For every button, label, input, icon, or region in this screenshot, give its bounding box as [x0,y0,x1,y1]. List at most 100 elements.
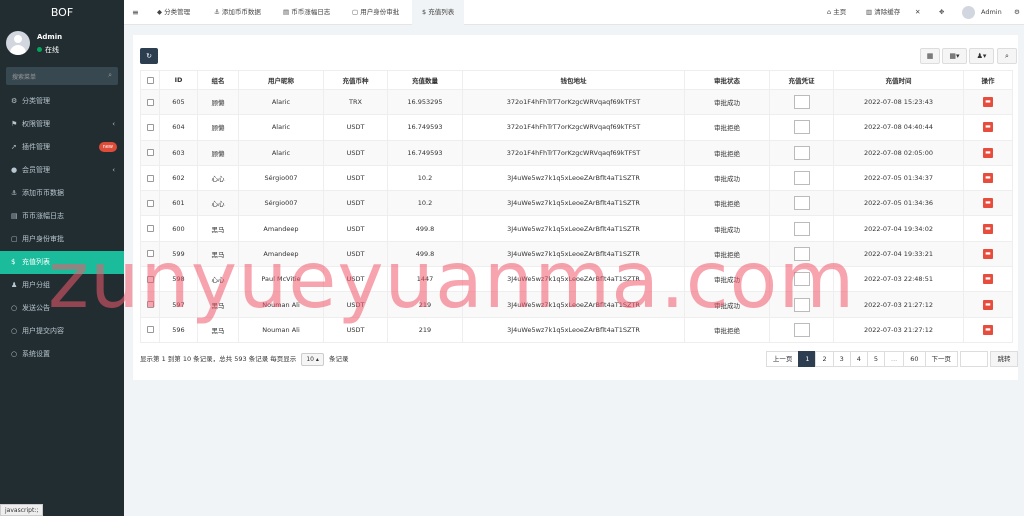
delete-button[interactable]: ▬ [983,248,993,259]
page-button[interactable]: 3 [832,351,851,367]
sidebar-item[interactable]: ♟ 用户分组 [0,274,124,297]
col-header-wallet[interactable]: 钱包地址 [462,70,685,90]
table-row[interactable]: 596 黑马 Nouman Ali USDT 219 3J4uWe5wz7k1q5xLeo… [140,316,1013,343]
menu-toggle-icon[interactable]: ≡ [132,0,139,25]
delete-button[interactable]: ▬ [983,274,993,285]
sidebar-item[interactable]: ● 会员管理 ‹ [0,159,124,182]
col-header-time[interactable]: 充值时间 [833,70,964,90]
delete-button[interactable]: ▬ [983,147,993,158]
prev-page-button[interactable]: 上一页 [765,351,800,367]
tab-category[interactable]: ◆ 分类管理 [157,0,190,25]
delete-button[interactable]: ▬ [983,324,993,335]
next-page-button[interactable]: 下一页 [924,351,958,367]
table-row[interactable]: 597 黑马 Nouman Ali USDT 219 3J4uWe5wz7k1q5xLeo… [140,291,1013,318]
voucher-image[interactable] [793,297,810,312]
table-row[interactable]: 598 心心 Paul McVitie USDT 1447 3J4uWe5wz7k1q5x… [140,266,1013,293]
voucher-image[interactable] [793,120,810,135]
page-button[interactable]: 2 [815,351,834,367]
delete-button[interactable]: ▬ [983,173,993,184]
col-header-amount[interactable]: 充值数量 [387,70,463,90]
clear-cache-link[interactable]: ▥ 清除缓存 [866,0,900,25]
sidebar-item[interactable]: ▤ 币币涨幅日志 [0,205,124,228]
voucher-image[interactable] [793,272,810,287]
page-size-dropdown[interactable]: 10 ▴ [301,353,324,366]
page-ellipsis[interactable]: ... [884,351,905,367]
col-header-group[interactable]: 组名 [197,70,239,90]
refresh-button[interactable]: ↻ [140,48,158,64]
sidebar-item[interactable]: ○ 用户提交内容 [0,320,124,343]
tab-recharge-list[interactable]: $ 充值列表 [412,0,465,25]
row-checkbox[interactable] [146,301,154,309]
home-link[interactable]: ⌂ 主页 [827,0,846,25]
sidebar-item[interactable]: ○ 发送公告 [0,297,124,320]
row-checkbox-cell[interactable] [140,266,160,293]
row-checkbox[interactable] [146,225,154,233]
gear-icon[interactable]: ⚙ [1014,0,1020,25]
search-icon[interactable]: ⌕ [108,71,112,80]
voucher-image[interactable] [793,145,810,160]
voucher-image[interactable] [793,221,810,236]
voucher-image[interactable] [793,322,810,337]
row-checkbox[interactable] [146,174,154,182]
table-row[interactable]: 605 顾懒 Alaric TRX 16.953295 372o1F4hFhTrT7orK… [140,88,1013,116]
row-checkbox[interactable] [146,326,154,334]
page-button[interactable]: 1 [798,351,817,367]
row-checkbox-cell[interactable] [140,291,160,318]
row-checkbox[interactable] [146,275,154,283]
table-row[interactable]: 599 黑马 Amandeep USDT 499.8 3J4uWe5wz7k1q5xLeo… [140,240,1013,268]
tab-coin-log[interactable]: ▤ 币币涨幅日志 [283,0,330,25]
table-row[interactable]: 600 黑马 Amandeep USDT 499.8 3J4uWe5wz7k1q5xLeo… [140,215,1013,242]
row-checkbox[interactable] [146,123,154,131]
row-checkbox-cell[interactable] [140,139,160,166]
row-checkbox-cell[interactable] [140,316,160,343]
voucher-image[interactable] [793,95,810,110]
row-checkbox-cell[interactable] [140,190,160,217]
row-checkbox-cell[interactable] [140,240,160,268]
voucher-image[interactable] [793,246,810,261]
delete-button[interactable]: ▬ [983,299,993,310]
page-button[interactable]: 5 [866,351,886,367]
page-jump-input[interactable] [960,351,988,367]
fullscreen-icon[interactable]: ✥ [939,0,944,25]
table-row[interactable]: 603 顾懒 Alaric USDT 16.749593 372o1F4hFhTrT7or… [140,139,1013,166]
admin-menu[interactable]: Admin [981,0,1002,25]
row-checkbox[interactable] [146,98,154,106]
row-checkbox-cell[interactable] [140,215,160,242]
sidebar-item[interactable]: ▢ 用户身份审批 [0,228,124,251]
sidebar-item[interactable]: ⚓ 添加币币数据 [0,182,124,205]
table-row[interactable]: 601 心心 Sérgio007 USDT 10.2 3J4uWe5wz7k1q5xLeo… [140,190,1013,217]
delete-button[interactable]: ▬ [983,97,993,108]
sidebar-item[interactable]: ○ 系统设置 [0,343,124,366]
app-logo[interactable]: BOF [0,0,124,25]
row-checkbox-cell[interactable] [140,88,160,116]
row-checkbox-cell[interactable] [140,164,160,192]
tab-add-coin[interactable]: ⚓ 添加币币数据 [214,0,261,25]
select-all-checkbox-cell[interactable] [140,70,160,90]
row-checkbox-cell[interactable] [140,114,160,141]
sidebar-item[interactable]: $ 充值列表 [0,251,124,274]
col-header-status[interactable]: 审批状态 [684,70,770,90]
col-header-nickname[interactable]: 用户昵称 [238,70,324,90]
avatar[interactable] [962,6,975,19]
page-jump-button[interactable]: 跳转 [990,351,1018,367]
col-header-voucher[interactable]: 充值凭证 [769,70,834,90]
toggle-view-button[interactable]: ▦ [920,48,940,64]
menu-search-input[interactable]: 搜索菜单 ⌕ [6,67,118,85]
table-row[interactable]: 604 顾懒 Alaric USDT 16.749593 372o1F4hFhTrT7or… [140,114,1013,141]
row-checkbox[interactable] [146,199,154,207]
refresh-icon[interactable]: ✕ [915,0,920,25]
sidebar-item[interactable]: ⚙ 分类管理 [0,90,124,113]
table-row[interactable]: 602 心心 Sérgio007 USDT 10.2 3J4uWe5wz7k1q5xLeo… [140,164,1013,192]
col-header-coin[interactable]: 充值币种 [323,70,388,90]
delete-button[interactable]: ▬ [983,122,993,133]
col-header-id[interactable]: ID [159,70,198,90]
voucher-image[interactable] [793,171,810,186]
search-button[interactable]: ⌕ [997,48,1017,64]
export-button[interactable]: ♟▾ [969,48,994,64]
sidebar-item[interactable]: ⚑ 权限管理 ‹ [0,113,124,136]
voucher-image[interactable] [793,196,810,211]
row-checkbox[interactable] [146,149,154,157]
row-checkbox[interactable] [146,250,154,258]
delete-button[interactable]: ▬ [983,198,993,209]
tab-identity[interactable]: ▢ 用户身份审批 [352,0,399,25]
